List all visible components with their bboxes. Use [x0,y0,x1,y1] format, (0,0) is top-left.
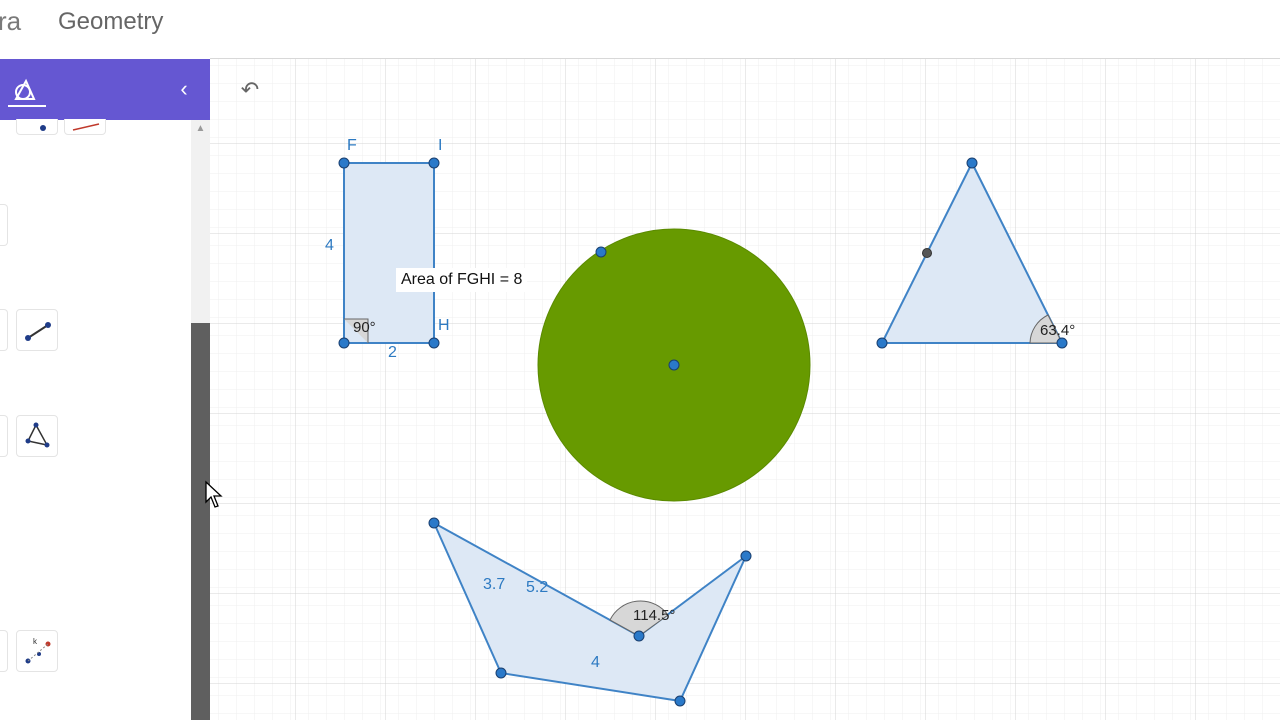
tool-stub-3[interactable] [0,415,8,457]
app-brand: ra [0,6,22,36]
segment-icon [25,322,51,341]
triangle-top-point[interactable] [966,157,978,169]
point-f[interactable] [338,157,350,169]
area-text[interactable]: Area of FGHI = 8 [396,268,528,292]
label-right-angle: 90° [353,319,376,336]
quad-point-top-left[interactable] [428,517,440,529]
tab-indicator [8,105,46,107]
polygon-icon [25,422,50,448]
triangle-right-point[interactable] [1056,337,1068,349]
tool-slider-point[interactable]: k [16,630,58,672]
rectangle-fghi[interactable] [343,162,435,344]
circle-edge-point[interactable] [595,246,607,258]
point-i[interactable] [428,157,440,169]
tool-stub-4[interactable] [0,630,8,672]
label-triangle-angle: 63.4° [1040,322,1076,339]
label-side-bottom: 2 [388,344,397,361]
quad-point-inner[interactable] [633,630,645,642]
quad-point-top-right[interactable] [740,550,752,562]
geometry-tools-icon[interactable] [12,77,38,103]
quad-point-bottom-left[interactable] [495,667,507,679]
panel-scrollbar-thumb[interactable] [191,323,210,720]
label-side-3-7: 3.7 [483,576,506,593]
label-quad-angle: 114.5° [633,607,676,624]
quadrilateral[interactable] [431,520,747,703]
triangle-left-point[interactable] [876,337,888,349]
point-h[interactable] [428,337,440,349]
label-vertex-f: F [347,137,357,154]
label-vertex-i: I [438,137,443,154]
tools-panel: ‹ k ▲ [0,59,210,720]
label-vertex-h: H [438,317,450,334]
graphics-view[interactable] [210,59,1280,720]
scroll-up-arrow[interactable]: ▲ [193,122,208,136]
svg-text:k: k [33,637,38,646]
triangle[interactable] [880,160,1064,344]
tool-polygon[interactable] [16,415,58,457]
label-side-left: 4 [325,237,334,254]
circle-center-point[interactable] [668,359,680,371]
app-title: Geometry [58,8,164,35]
point-g[interactable] [338,337,350,349]
mouse-cursor-icon [205,480,223,508]
shapes-layer [338,157,1068,707]
label-side-5-2: 5.2 [526,579,549,596]
tool-segment[interactable] [16,309,58,351]
triangle-midpoint[interactable] [922,248,932,258]
quad-point-bottom-right[interactable] [674,695,686,707]
tools-panel-header: ‹ [0,59,210,120]
undo-icon[interactable]: ↶ [236,78,264,102]
collapse-panel-button[interactable]: ‹ [172,75,196,103]
tool-stub-1[interactable] [0,204,8,246]
app-header: ra Geometry [0,0,1280,58]
label-side-4: 4 [591,654,600,671]
slider-point-icon: k [25,637,51,664]
tool-stub-2[interactable] [0,309,8,351]
